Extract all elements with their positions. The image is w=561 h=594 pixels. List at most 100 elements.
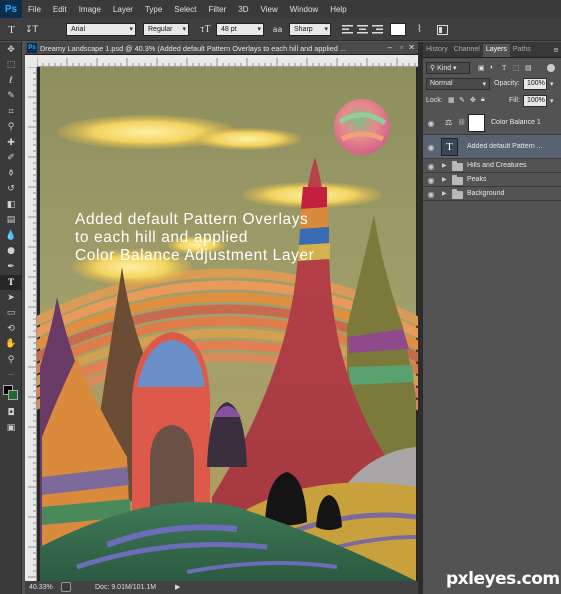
hand-tool-icon[interactable]: ✋ xyxy=(0,337,22,353)
menu-window[interactable]: Window xyxy=(284,5,324,14)
align-left-icon[interactable] xyxy=(340,22,355,37)
zoom-readout[interactable]: 40.33% xyxy=(29,584,53,591)
visibility-eye-icon[interactable]: ◉ xyxy=(426,189,436,199)
fill-dropdown-icon[interactable]: ▾ xyxy=(550,97,554,105)
zoom-tool-icon[interactable]: ⚲ xyxy=(0,352,22,368)
expand-arrow-icon[interactable]: ▶ xyxy=(442,176,447,183)
blur-tool-icon[interactable]: 💧 xyxy=(0,228,22,244)
layer-row[interactable]: ◉ T Added default Pattern ... xyxy=(423,135,561,159)
opacity-dropdown-icon[interactable]: ▾ xyxy=(550,80,554,88)
clone-stamp-tool-icon[interactable]: ⚱ xyxy=(0,166,22,182)
layer-row[interactable]: ◉ ▶ Background xyxy=(423,187,561,201)
text-layer-thumbnail-icon[interactable]: T xyxy=(441,138,458,156)
marquee-tool-icon[interactable]: ⬚ xyxy=(0,58,22,74)
character-panel-icon[interactable] xyxy=(435,22,450,37)
mask-link-icon[interactable]: ⛓ xyxy=(458,119,466,126)
menu-select[interactable]: Select xyxy=(168,5,202,14)
expand-arrow-icon[interactable]: ▶ xyxy=(442,190,447,197)
tab-channels[interactable]: Channel xyxy=(451,44,483,57)
menu-image[interactable]: Image xyxy=(73,5,107,14)
shape-tool-icon[interactable]: ▭ xyxy=(0,306,22,322)
type-tool-icon[interactable]: T xyxy=(0,274,22,290)
annotation-line-1[interactable]: Added default Pattern Overlays xyxy=(75,211,308,228)
minimize-icon[interactable]: – xyxy=(388,43,392,52)
history-brush-tool-icon[interactable]: ↺ xyxy=(0,182,22,198)
annotation-line-2[interactable]: to each hill and applied xyxy=(75,229,248,246)
screen-mode-icon[interactable]: ▣ xyxy=(0,421,22,437)
more-tools-icon[interactable]: ··· xyxy=(0,368,22,384)
healing-brush-tool-icon[interactable]: ✚ xyxy=(0,135,22,151)
warp-text-icon[interactable]: ⌇ xyxy=(412,22,427,37)
filter-toggle-icon[interactable] xyxy=(547,64,555,72)
quick-mask-icon[interactable]: ◘ xyxy=(0,405,22,421)
color-swatches[interactable] xyxy=(0,383,22,405)
layer-mask-thumbnail[interactable] xyxy=(468,114,485,132)
eraser-tool-icon[interactable]: ◧ xyxy=(0,197,22,213)
text-orientation-icon[interactable]: ↧T xyxy=(24,22,39,37)
move-tool-icon[interactable]: ✥ xyxy=(0,42,22,58)
path-select-tool-icon[interactable]: ➤ xyxy=(0,290,22,306)
lock-pixels-icon[interactable]: ✎ xyxy=(459,96,465,104)
status-menu-arrow-icon[interactable]: ▶ xyxy=(175,583,180,591)
text-color-swatch[interactable] xyxy=(390,23,406,36)
font-family-select[interactable]: Arial ▾ xyxy=(66,23,136,36)
anti-alias-select[interactable]: Sharp ▾ xyxy=(289,23,331,36)
filter-kind-select[interactable]: ⚲ Kind ▾ xyxy=(426,62,470,74)
tab-history[interactable]: History xyxy=(423,44,451,57)
horizontal-ruler[interactable] xyxy=(37,55,418,67)
lock-all-icon[interactable]: 🔒︎ xyxy=(481,96,485,104)
layer-row[interactable]: ◉ ⚖ ⛓ Color Balance 1 xyxy=(423,111,561,135)
filter-type-icon[interactable]: T xyxy=(502,64,506,72)
dodge-tool-icon[interactable]: ● xyxy=(0,244,22,260)
visibility-eye-icon[interactable]: ◉ xyxy=(426,142,436,152)
font-style-select[interactable]: Regular ▾ xyxy=(143,23,189,36)
tab-layers[interactable]: Layers xyxy=(482,44,510,57)
eyedropper-tool-icon[interactable]: ⚲ xyxy=(0,120,22,136)
gradient-tool-icon[interactable]: ▤ xyxy=(0,213,22,229)
type-tool-preset-icon[interactable]: T xyxy=(4,22,19,37)
canvas-area[interactable]: Added default Pattern Overlays to each h… xyxy=(37,67,418,581)
menu-filter[interactable]: Filter xyxy=(203,5,233,14)
menu-layer[interactable]: Layer xyxy=(107,5,139,14)
menu-view[interactable]: View xyxy=(255,5,284,14)
visibility-eye-icon[interactable]: ◉ xyxy=(426,175,436,185)
filter-smart-object-icon[interactable]: ▤ xyxy=(525,64,532,72)
filter-adjustment-icon[interactable]: ◐ xyxy=(490,64,494,71)
menu-file[interactable]: File xyxy=(22,5,47,14)
font-size-select[interactable]: 48 pt ▾ xyxy=(216,23,264,36)
filter-shape-icon[interactable]: ⬚ xyxy=(513,64,520,72)
menu-edit[interactable]: Edit xyxy=(47,5,73,14)
annotation-line-3[interactable]: Color Balance Adjustment Layer xyxy=(75,247,314,264)
menu-type[interactable]: Type xyxy=(139,5,168,14)
artwork-canvas[interactable]: Added default Pattern Overlays to each h… xyxy=(37,67,418,581)
document-tab[interactable]: Ps Dreamy Landscape 1.psd @ 40.3% (Added… xyxy=(25,42,418,55)
align-center-icon[interactable] xyxy=(355,22,370,37)
lock-transparency-icon[interactable]: ▦ xyxy=(448,96,455,104)
layer-row[interactable]: ◉ ▶ Hills and Creatures xyxy=(423,159,561,173)
background-color-swatch[interactable] xyxy=(8,390,18,400)
blend-mode-select[interactable]: Normal ▾ xyxy=(426,78,490,90)
visibility-eye-icon[interactable]: ◉ xyxy=(426,118,436,128)
menu-3d[interactable]: 3D xyxy=(232,5,254,14)
menu-help[interactable]: Help xyxy=(324,5,352,14)
lock-position-icon[interactable]: ✥ xyxy=(470,96,476,104)
maximize-icon[interactable]: ▫ xyxy=(400,43,403,52)
crop-tool-icon[interactable]: ⌗ xyxy=(0,104,22,120)
visibility-eye-icon[interactable]: ◉ xyxy=(426,161,436,171)
brush-tool-icon[interactable]: ✐ xyxy=(0,151,22,167)
3d-tool-icon[interactable]: ⟲ xyxy=(0,321,22,337)
pen-tool-icon[interactable]: ✒ xyxy=(0,259,22,275)
opacity-field[interactable]: 100% xyxy=(523,78,547,90)
layer-row[interactable]: ◉ ▶ Peaks xyxy=(423,173,561,187)
panel-menu-icon[interactable]: ≡ xyxy=(553,46,561,57)
lasso-tool-icon[interactable]: ℓ xyxy=(0,73,22,89)
fill-field[interactable]: 100% xyxy=(523,95,547,107)
status-info-icon[interactable] xyxy=(61,582,71,592)
filter-pixel-icon[interactable]: ▣ xyxy=(478,64,485,72)
close-icon[interactable]: ✕ xyxy=(408,43,415,52)
align-right-icon[interactable] xyxy=(370,22,385,37)
tab-paths[interactable]: Paths xyxy=(510,44,534,57)
expand-arrow-icon[interactable]: ▶ xyxy=(442,162,447,169)
quick-select-tool-icon[interactable]: ✎ xyxy=(0,89,22,105)
vertical-ruler[interactable] xyxy=(25,67,37,581)
